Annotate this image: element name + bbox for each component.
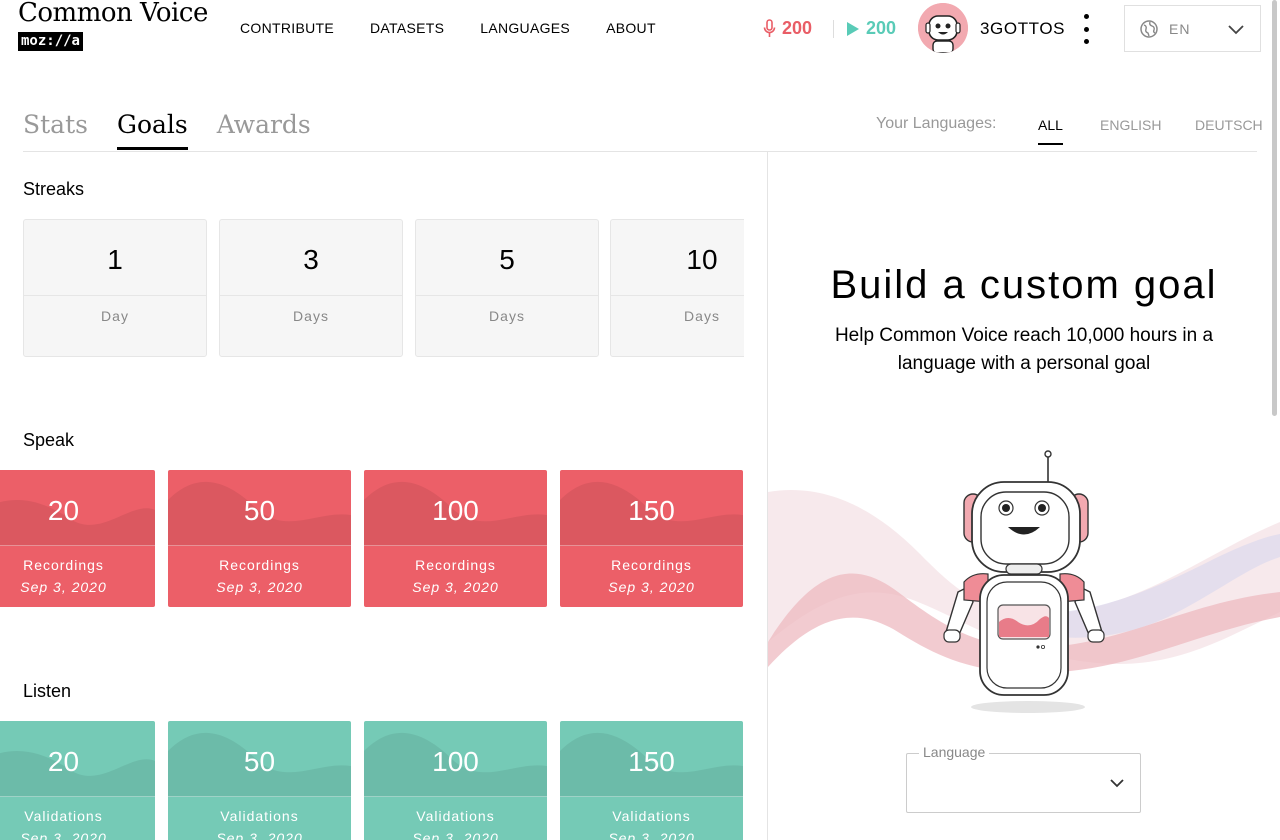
goal-date: Sep 3, 2020 <box>216 579 303 595</box>
listen-goal-card: 20 Validations Sep 3, 2020 <box>0 721 155 840</box>
goal-value: 150 <box>628 746 675 777</box>
goal-value: 50 <box>243 746 276 777</box>
streak-card: 3 Days <box>219 219 403 357</box>
goal-unit: Validations <box>612 808 691 824</box>
locale-selector[interactable]: EN <box>1124 5 1261 52</box>
streak-value: 5 <box>499 244 515 275</box>
streak-card: 10 Days <box>610 219 744 357</box>
nav-contribute[interactable]: CONTRIBUTE <box>240 20 334 36</box>
language-tab-english[interactable]: ENGLISH <box>1100 117 1161 143</box>
language-tab-deutsch[interactable]: DEUTSCH <box>1195 117 1263 143</box>
listen-goal-card: 150 Validations Sep 3, 2020 <box>560 721 743 840</box>
speak-goal-card: 20 Recordings Sep 3, 2020 <box>0 470 155 607</box>
streak-unit: Day <box>101 308 129 324</box>
nav-datasets[interactable]: DATASETS <box>370 20 444 36</box>
streak-card: 5 Days <box>415 219 599 357</box>
streak-unit: Days <box>293 308 329 324</box>
goal-value: 100 <box>432 495 479 526</box>
stat-divider <box>833 20 834 38</box>
goal-value: 150 <box>628 495 675 526</box>
listen-goal-card: 100 Validations Sep 3, 2020 <box>364 721 547 840</box>
goal-value: 20 <box>47 495 80 526</box>
recordings-count-value: 200 <box>782 18 813 38</box>
goal-value: 100 <box>432 746 479 777</box>
goal-date: Sep 3, 2020 <box>608 830 695 840</box>
streak-unit: Days <box>684 308 720 324</box>
robot-avatar-icon <box>918 3 968 53</box>
goal-unit: Recordings <box>23 557 104 573</box>
speak-goal-card: 100 Recordings Sep 3, 2020 <box>364 470 547 607</box>
page-scrollbar[interactable] <box>1272 0 1277 416</box>
username[interactable]: 3GOTTOS <box>980 19 1065 39</box>
play-icon <box>847 21 859 36</box>
streak-card: 1 Day <box>23 219 207 357</box>
chevron-down-icon <box>1228 25 1244 35</box>
kebab-menu-icon[interactable] <box>1078 14 1094 44</box>
listen-goal-card: 50 Validations Sep 3, 2020 <box>168 721 351 840</box>
your-languages-label: Your Languages: <box>876 115 997 132</box>
mozilla-logo[interactable]: moz://a <box>18 32 83 51</box>
goal-unit: Validations <box>220 808 299 824</box>
locale-code: EN <box>1169 20 1191 37</box>
goals-panel: Streaks 1 Day 3 Days 5 Days 10 Days Spea… <box>0 152 767 840</box>
streak-unit: Days <box>489 308 525 324</box>
goal-date: Sep 3, 2020 <box>412 830 499 840</box>
goal-unit: Validations <box>24 808 103 824</box>
logo-title[interactable]: Common Voice <box>18 0 208 28</box>
goal-date: Sep 3, 2020 <box>20 830 107 840</box>
custom-goal-subtitle: Help Common Voice reach 10,000 hours in … <box>834 325 1214 374</box>
profile-tabs: Stats Goals Awards <box>23 110 340 150</box>
goal-date: Sep 3, 2020 <box>216 830 303 840</box>
validations-count[interactable]: 200 <box>846 18 896 39</box>
tab-stats[interactable]: Stats <box>23 110 88 150</box>
microphone-icon <box>763 19 776 37</box>
tab-awards[interactable]: Awards <box>217 110 311 150</box>
language-select[interactable]: Language <box>906 744 1141 813</box>
custom-goal-title: Build a custom goal <box>830 263 1218 307</box>
language-select-label: Language <box>919 744 990 760</box>
robot-illustration <box>768 450 1280 713</box>
goal-date: Sep 3, 2020 <box>608 579 695 595</box>
goal-unit: Recordings <box>219 557 300 573</box>
goal-value: 20 <box>47 746 80 777</box>
globe-icon <box>1140 19 1158 38</box>
custom-goal-panel: Build a custom goal Help Common Voice re… <box>768 152 1280 840</box>
goal-unit: Recordings <box>415 557 496 573</box>
streak-value: 1 <box>107 244 123 275</box>
goal-date: Sep 3, 2020 <box>20 579 107 595</box>
avatar[interactable] <box>918 3 968 53</box>
goal-unit: Recordings <box>611 557 692 573</box>
chevron-down-icon <box>1110 779 1124 788</box>
nav-about[interactable]: ABOUT <box>606 20 656 36</box>
listen-title: Listen <box>23 681 72 701</box>
main-nav: CONTRIBUTE DATASETS LANGUAGES ABOUT <box>240 20 692 36</box>
nav-languages[interactable]: LANGUAGES <box>480 20 570 36</box>
goal-unit: Validations <box>416 808 495 824</box>
streak-value: 10 <box>686 244 718 275</box>
top-header: Common Voice moz://a CONTRIBUTE DATASETS… <box>0 0 1280 60</box>
goal-value: 50 <box>243 495 276 526</box>
speak-goal-card: 150 Recordings Sep 3, 2020 <box>560 470 743 607</box>
validations-count-value: 200 <box>866 18 897 38</box>
speak-title: Speak <box>23 430 75 450</box>
speak-goal-card: 50 Recordings Sep 3, 2020 <box>168 470 351 607</box>
tab-goals[interactable]: Goals <box>116 110 188 150</box>
streaks-carousel[interactable]: 1 Day 3 Days 5 Days 10 Days <box>0 152 744 412</box>
streak-value: 3 <box>303 244 319 275</box>
recordings-count[interactable]: 200 <box>763 18 812 39</box>
language-tab-all[interactable]: ALL <box>1038 117 1063 145</box>
goal-date: Sep 3, 2020 <box>412 579 499 595</box>
